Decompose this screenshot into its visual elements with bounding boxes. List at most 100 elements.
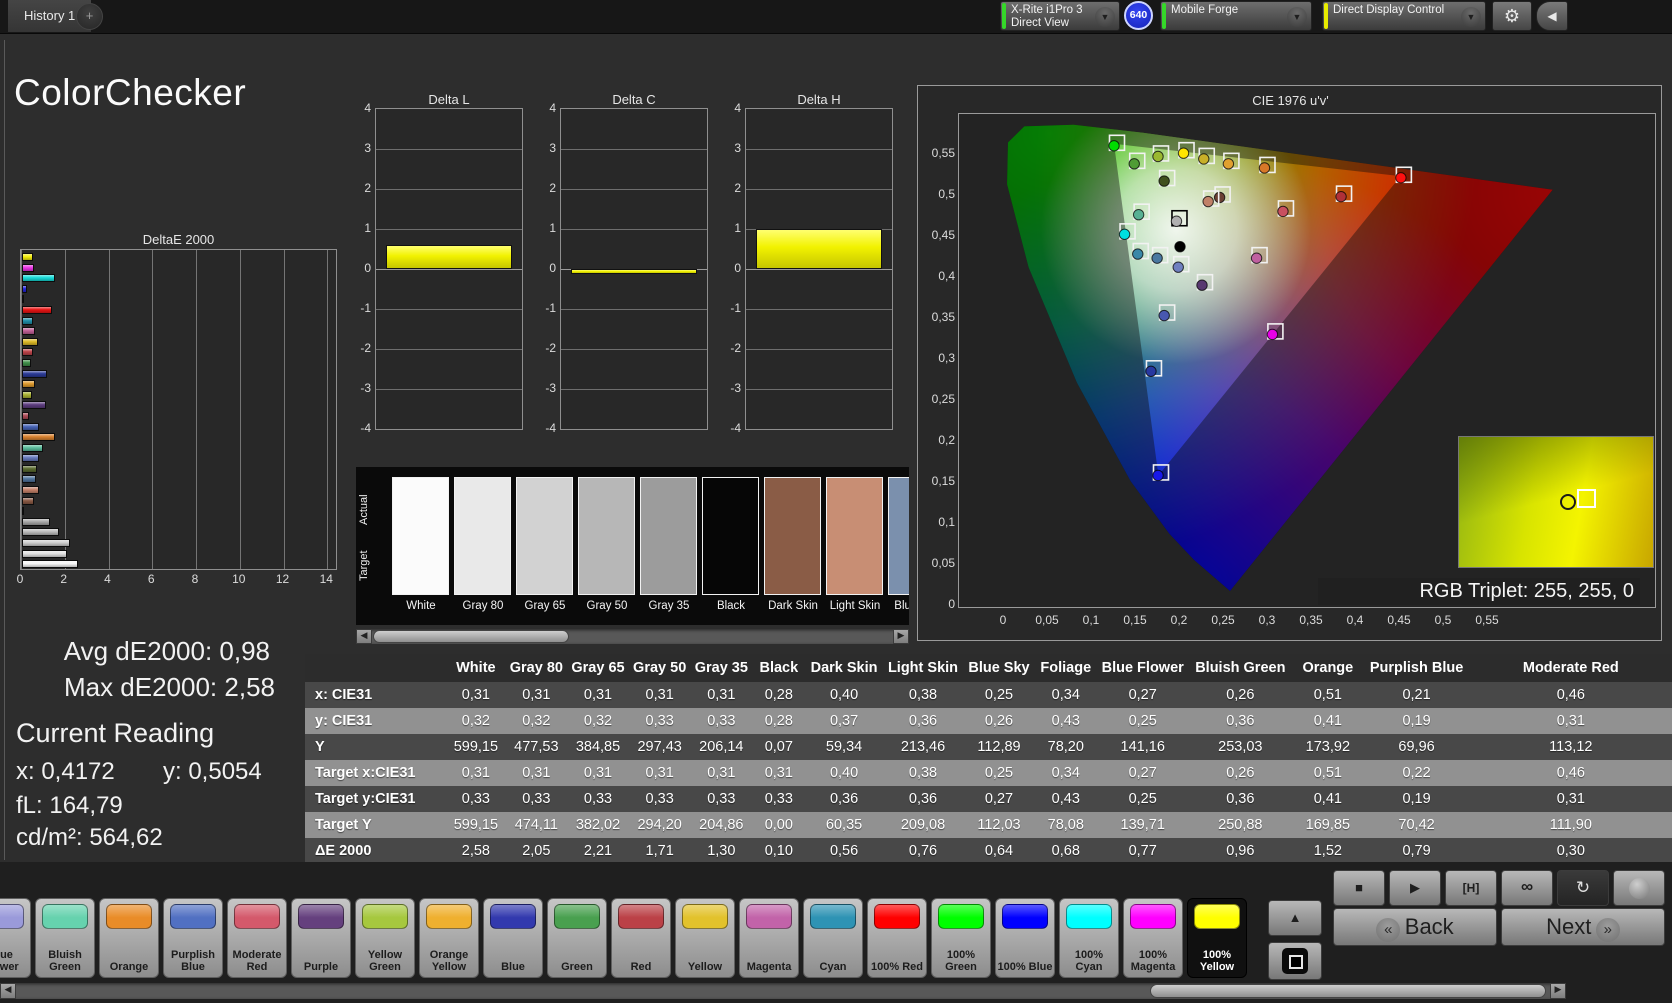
gridline — [561, 149, 707, 150]
column-header: Bluish Green — [1188, 654, 1293, 682]
swatch-gray-35 — [640, 477, 697, 595]
reading-x-value: x: 0,4172 — [16, 758, 115, 785]
back-button[interactable]: « Back — [1333, 908, 1497, 946]
gridline — [746, 269, 892, 270]
current-reading-title: Current Reading — [16, 718, 215, 748]
x-tick-label: 12 — [275, 572, 290, 586]
table-cell: 0,26 — [1188, 682, 1293, 708]
loop-button[interactable]: ∞ — [1501, 870, 1553, 906]
patch-button-label: Cyan — [819, 961, 847, 973]
patch-color-chip — [234, 904, 280, 929]
scroll-right-icon[interactable]: ▶ — [893, 629, 909, 644]
cie-measured-marker — [1118, 228, 1131, 241]
patch-button-magenta[interactable]: Magenta — [739, 898, 799, 978]
next-button[interactable]: Next » — [1501, 908, 1665, 946]
patch-button-blue[interactable]: Blue — [483, 898, 543, 978]
table-cell: 0,34 — [1034, 760, 1098, 786]
swatch-panel-scrollbar[interactable]: ◀ ▶ — [356, 629, 909, 644]
patch-button-100-red[interactable]: 100% Red — [867, 898, 927, 978]
table-cell: 474,11 — [505, 812, 568, 838]
calman-window: History 1 + X-Rite i1Pro 3 Direct View ▼ … — [0, 0, 1672, 1003]
collapse-panel-button[interactable]: ◀ — [1536, 1, 1568, 31]
de2000-chart — [20, 249, 337, 570]
play-button[interactable]: ▶ — [1389, 870, 1441, 906]
table-cell: 477,53 — [505, 734, 568, 760]
patch-color-chip — [746, 904, 792, 929]
table-row: y: CIE31 0,32 0,32 0,32 0,33 0,33 0,28 0,37 0,36… — [305, 708, 1672, 734]
patch-button-blue-flower[interactable]: Blue Flower — [0, 898, 31, 978]
meter-dropdown-label: X-Rite i1Pro 3 Direct View — [1011, 4, 1083, 29]
table-cell: 599,15 — [446, 734, 506, 760]
gridline — [376, 189, 522, 190]
scrollbar-thumb[interactable] — [373, 630, 569, 643]
table-cell: 0,51 — [1292, 760, 1364, 786]
patch-button-orange-yellow[interactable]: Orange Yellow — [419, 898, 479, 978]
patch-button-orange[interactable]: Orange — [99, 898, 159, 978]
source-dropdown[interactable]: Mobile Forge ▼ — [1160, 1, 1312, 31]
patch-button-purplish-blue[interactable]: Purplish Blue — [163, 898, 223, 978]
table-cell: 0,25 — [1097, 786, 1189, 812]
patch-button-yellow[interactable]: Yellow — [675, 898, 735, 978]
table-row: ΔE 2000 2,58 2,05 2,21 1,71 1,30 0,10 0,56 0,76 0… — [305, 838, 1672, 864]
patch-button-100-magenta[interactable]: 100% Magenta — [1123, 898, 1183, 978]
table-cell: 0,36 — [882, 786, 964, 812]
arrow-up-icon: ▲ — [1288, 910, 1302, 925]
cie-x-tick-label: 0,5 — [1434, 613, 1452, 627]
display-control-dropdown[interactable]: Direct Display Control ▼ — [1322, 1, 1486, 31]
y-tick-label: 2 — [549, 181, 556, 195]
y-tick-label: 0 — [734, 261, 741, 275]
cie-y-tick-label: 0,5 — [938, 187, 955, 201]
patch-button-100-blue[interactable]: 100% Blue — [995, 898, 1055, 978]
add-tab-button[interactable]: + — [76, 3, 103, 30]
scroll-right-icon[interactable]: ▶ — [1550, 983, 1566, 999]
de2000-bar-black — [22, 507, 25, 516]
bottom-pattern-bar: Blue Flower Bluish Green Orange Purplish Bl… — [0, 862, 1672, 1003]
meter-dropdown[interactable]: X-Rite i1Pro 3 Direct View ▼ — [1000, 1, 1120, 31]
table-cell: 173,92 — [1292, 734, 1364, 760]
column-header: Gray 65 — [567, 654, 629, 682]
refresh-button[interactable]: ↻ — [1557, 870, 1609, 906]
table-cell: 0,31 — [752, 760, 806, 786]
patch-button-100-yellow[interactable]: 100% Yellow — [1187, 898, 1247, 978]
patch-button-yellow-green[interactable]: Yellow Green — [355, 898, 415, 978]
patch-button-bluish-green[interactable]: Bluish Green — [35, 898, 95, 978]
patch-button-red[interactable]: Red — [611, 898, 671, 978]
scroll-left-icon[interactable]: ◀ — [356, 629, 372, 644]
chevrons-right-icon: » — [1595, 917, 1620, 942]
scroll-left-icon[interactable]: ◀ — [0, 983, 16, 999]
table-corner-cell — [305, 654, 447, 682]
stop-button[interactable]: ■ — [1333, 870, 1385, 906]
infinity-icon: ∞ — [1520, 877, 1534, 896]
table-cell: 0,28 — [752, 708, 806, 734]
patch-button-label: 100% Blue — [997, 961, 1053, 973]
patch-button-green[interactable]: Green — [547, 898, 607, 978]
gridline — [746, 309, 892, 310]
patch-button-moderate-red[interactable]: Moderate Red — [227, 898, 287, 978]
gridline — [561, 349, 707, 350]
cie-measured-marker — [1151, 252, 1163, 264]
table-cell: 0,37 — [805, 708, 883, 734]
patch-button-100-green[interactable]: 100% Green — [931, 898, 991, 978]
table-cell: 59,34 — [805, 734, 883, 760]
x-tick-label: 10 — [232, 572, 246, 586]
patch-color-chip — [426, 904, 472, 929]
scrollbar-thumb[interactable] — [1150, 984, 1546, 998]
table-cell: 0,76 — [882, 838, 964, 864]
pattern-window-button[interactable] — [1268, 942, 1322, 980]
record-button[interactable] — [1613, 870, 1665, 906]
table-cell: 0,41 — [1292, 786, 1364, 812]
settings-button[interactable]: ⚙ — [1492, 1, 1532, 31]
de2000-bar-blue — [22, 369, 48, 378]
patch-color-chip — [362, 904, 408, 929]
patch-button-100-cyan[interactable]: 100% Cyan — [1059, 898, 1119, 978]
cie-1976-panel: CIE 1976 u'v' 0 0,05 0,1 0,15 0,2 0,25 0,3 0,35… — [917, 85, 1662, 641]
patch-strip-scrollbar[interactable]: ◀ ▶ — [0, 983, 1566, 999]
step-button[interactable]: [H] — [1445, 870, 1497, 906]
table-cell: 0,43 — [1034, 786, 1098, 812]
cie-measured-marker — [1258, 162, 1271, 174]
pattern-window-up-button[interactable]: ▲ — [1268, 900, 1322, 936]
cie-measured-marker — [1145, 365, 1157, 377]
patch-button-cyan[interactable]: Cyan — [803, 898, 863, 978]
patch-button-purple[interactable]: Purple — [291, 898, 351, 978]
x-tick-label: 6 — [147, 572, 155, 586]
